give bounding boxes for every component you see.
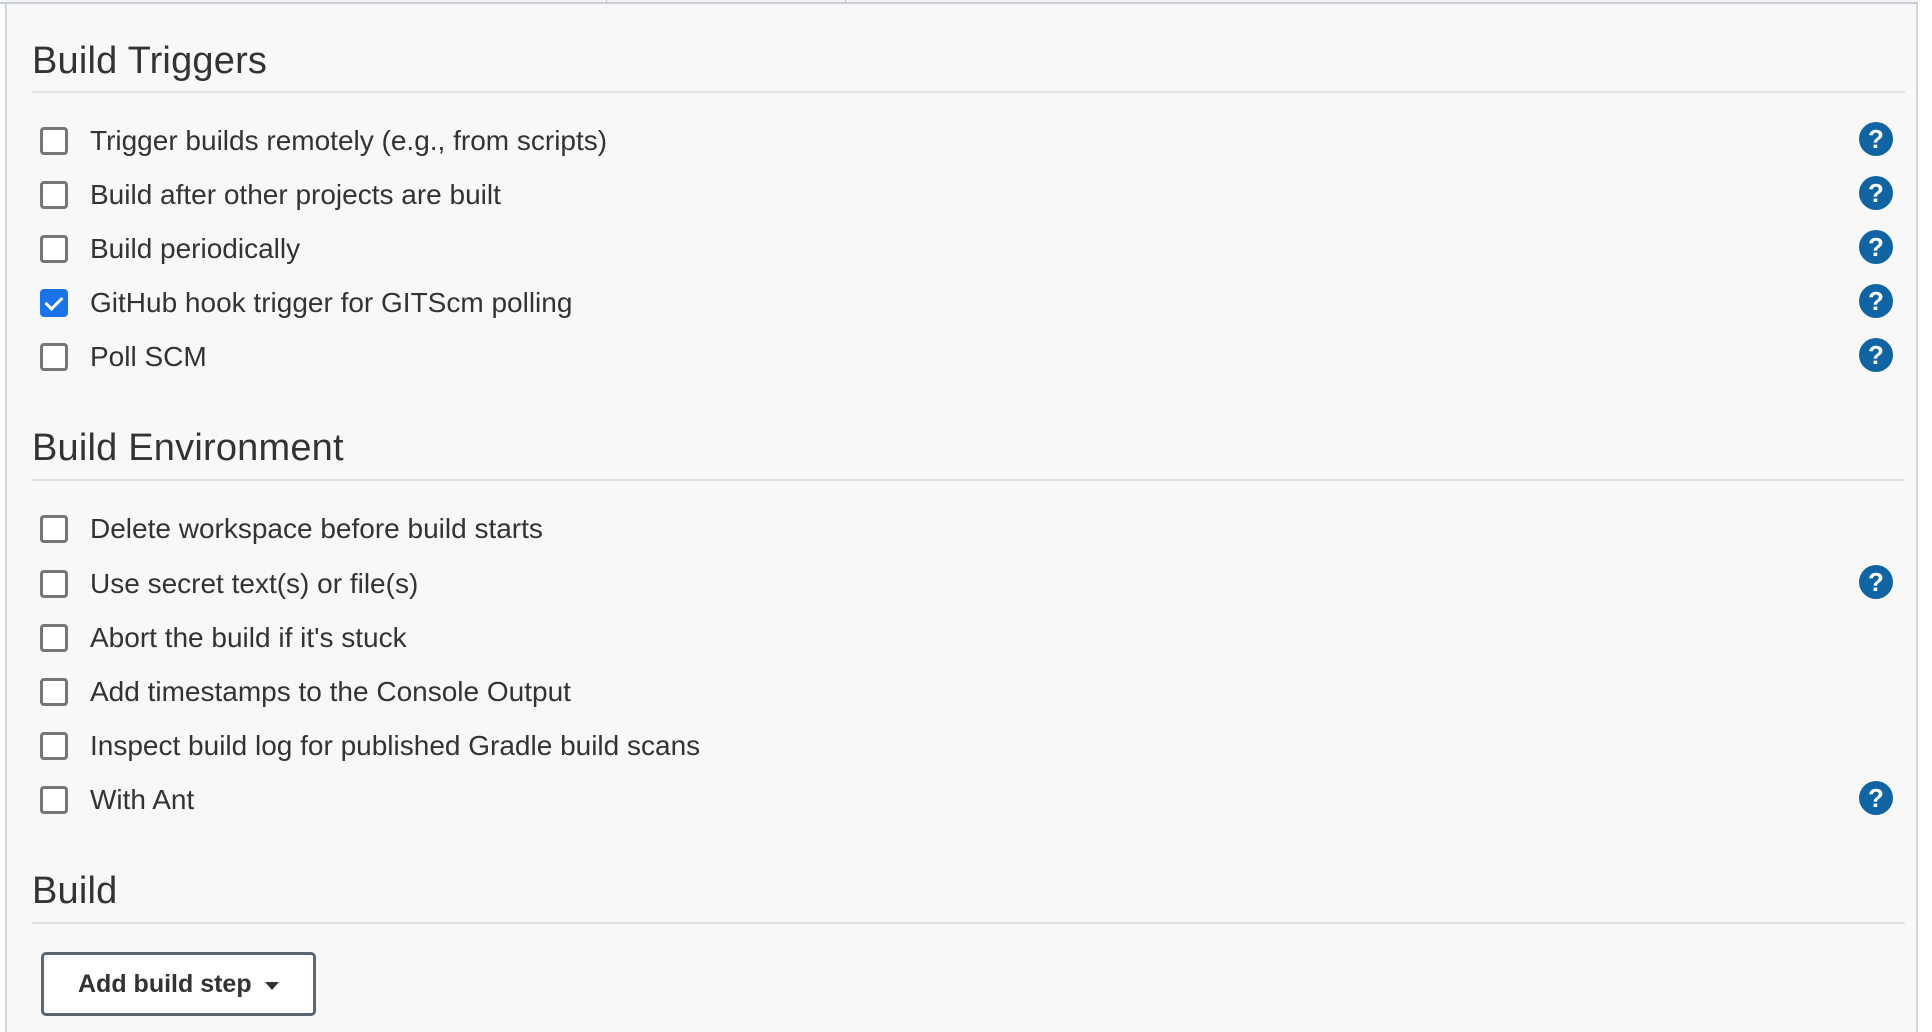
- section-title-build: Build: [32, 870, 118, 912]
- checkbox-build-after-other-projects[interactable]: [40, 181, 68, 209]
- add-build-step-button[interactable]: Add build step: [41, 952, 316, 1016]
- add-build-step-label: Add build step: [78, 969, 252, 998]
- section-build-environment: Build Environment Delete workspace befor…: [32, 425, 1905, 815]
- checkbox-abort-if-stuck[interactable]: [40, 624, 68, 652]
- option-label[interactable]: Build after other projects are built: [90, 175, 501, 215]
- option-label[interactable]: With Ant: [90, 780, 194, 820]
- option-poll-scm[interactable]: Poll SCM ?: [40, 337, 1905, 377]
- checkbox-trigger-builds-remotely[interactable]: [40, 127, 68, 155]
- option-label[interactable]: GitHub hook trigger for GITScm polling: [90, 283, 572, 323]
- option-label[interactable]: Abort the build if it's stuck: [90, 618, 407, 658]
- option-label[interactable]: Trigger builds remotely (e.g., from scri…: [90, 121, 607, 161]
- checkbox-add-timestamps[interactable]: [40, 678, 68, 706]
- page: Build Triggers Trigger builds remotely (…: [0, 0, 1932, 1032]
- checkbox-inspect-gradle-scans[interactable]: [40, 732, 68, 760]
- section-divider: [32, 479, 1905, 481]
- checkbox-build-periodically[interactable]: [40, 235, 68, 263]
- option-label[interactable]: Use secret text(s) or file(s): [90, 564, 418, 604]
- question-circle-icon[interactable]: ?: [1859, 284, 1893, 318]
- caret-down-icon: [265, 982, 279, 990]
- question-circle-icon[interactable]: ?: [1859, 230, 1893, 264]
- add-build-step-wrapper: Add build step: [32, 952, 332, 1016]
- option-label[interactable]: Inspect build log for published Gradle b…: [90, 726, 700, 766]
- checkbox-with-ant[interactable]: [40, 786, 68, 814]
- section-title-build-triggers: Build Triggers: [32, 40, 268, 82]
- checkbox-delete-workspace[interactable]: [40, 515, 68, 543]
- question-circle-icon[interactable]: ?: [1859, 176, 1893, 210]
- option-inspect-gradle-scans[interactable]: Inspect build log for published Gradle b…: [40, 726, 1905, 766]
- config-panel: Build Triggers Trigger builds remotely (…: [5, 4, 1918, 1032]
- option-add-timestamps[interactable]: Add timestamps to the Console Output: [40, 672, 1905, 712]
- option-use-secret-text[interactable]: Use secret text(s) or file(s) ?: [40, 564, 1905, 604]
- question-circle-icon[interactable]: ?: [1859, 122, 1893, 156]
- section-title-build-environment: Build Environment: [32, 427, 344, 469]
- section-divider: [32, 922, 1905, 924]
- option-github-hook-trigger[interactable]: GitHub hook trigger for GITScm polling ?: [40, 283, 1905, 323]
- checkbox-poll-scm[interactable]: [40, 343, 68, 371]
- section-build-triggers: Build Triggers Trigger builds remotely (…: [32, 38, 1905, 372]
- option-label[interactable]: Poll SCM: [90, 337, 207, 377]
- question-circle-icon[interactable]: ?: [1859, 781, 1893, 815]
- checkbox-github-hook-trigger[interactable]: [40, 289, 68, 317]
- section-divider: [32, 91, 1905, 93]
- option-build-after-other-projects[interactable]: Build after other projects are built ?: [40, 175, 1905, 215]
- checkbox-use-secret-text[interactable]: [40, 570, 68, 598]
- option-label[interactable]: Build periodically: [90, 229, 300, 269]
- option-build-periodically[interactable]: Build periodically ?: [40, 229, 1905, 269]
- option-label[interactable]: Delete workspace before build starts: [90, 509, 543, 549]
- question-circle-icon[interactable]: ?: [1859, 565, 1893, 599]
- option-with-ant[interactable]: With Ant ?: [40, 780, 1905, 820]
- option-trigger-builds-remotely[interactable]: Trigger builds remotely (e.g., from scri…: [40, 121, 1905, 161]
- option-label[interactable]: Add timestamps to the Console Output: [90, 672, 571, 712]
- option-abort-if-stuck[interactable]: Abort the build if it's stuck: [40, 618, 1905, 658]
- option-delete-workspace[interactable]: Delete workspace before build starts: [40, 509, 1905, 549]
- section-build: Build Add build step: [32, 868, 1905, 1016]
- question-circle-icon[interactable]: ?: [1859, 338, 1893, 372]
